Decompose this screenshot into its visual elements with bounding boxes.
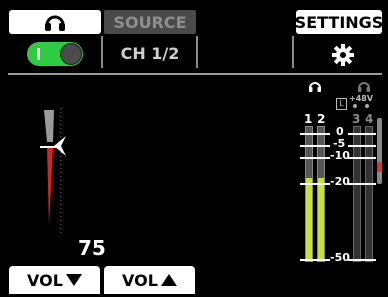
channel-4-label: 4 (365, 112, 374, 126)
channel-1-label: 1 (304, 112, 313, 126)
gear-icon[interactable] (332, 44, 354, 66)
meter-ch1-level (306, 178, 312, 261)
volume-up-button[interactable]: VOL (104, 266, 195, 294)
headphones-icon (45, 15, 65, 31)
volume-down-label: VOL (27, 270, 63, 290)
header-divider (8, 73, 382, 75)
toggle-on-indicator (37, 48, 40, 60)
divider (101, 36, 103, 68)
tab-source[interactable]: SOURCE (104, 10, 196, 34)
volume-down-button[interactable]: VOL (9, 266, 100, 294)
triangle-up-icon (160, 274, 177, 286)
volume-up-label: VOL (122, 270, 158, 290)
monitor-toggle[interactable] (27, 42, 83, 66)
tab-monitor[interactable] (9, 10, 101, 34)
volume-level (47, 146, 53, 226)
link-badge: L (336, 98, 347, 110)
channel-3-label: 3 (352, 112, 361, 126)
phantom-dot-3 (353, 104, 357, 108)
source-channel-label[interactable]: CH 1/2 (104, 42, 196, 66)
tab-settings[interactable]: SETTINGS (295, 10, 383, 34)
scale-tick (300, 133, 330, 135)
scale-tick (300, 259, 330, 261)
scale-tick (348, 183, 376, 185)
phantom-dot-4 (365, 104, 369, 108)
headphones-icon (309, 82, 321, 92)
scale-tick (348, 157, 376, 159)
scale-label-20: -20 (330, 175, 350, 188)
scale-label-10: -10 (330, 149, 350, 162)
scale-tick (348, 133, 376, 135)
divider (196, 36, 198, 68)
divider (292, 36, 294, 68)
headphones-icon (358, 82, 370, 92)
scrollbar[interactable] (377, 118, 382, 184)
channel-2-label: 2 (317, 112, 326, 126)
scrollbar-thumb[interactable] (377, 162, 382, 172)
triangle-down-icon (65, 274, 82, 286)
volume-value: 75 (78, 236, 106, 260)
scale-tick (300, 145, 330, 147)
meter-ch2-level (318, 178, 324, 261)
toggle-knob (60, 43, 82, 65)
scale-tick (300, 157, 330, 159)
volume-upper (44, 110, 54, 142)
scale-tick (348, 145, 376, 147)
scale-tick (300, 183, 330, 185)
scale-label-50: -50 (330, 251, 350, 264)
scale-tick (348, 259, 376, 261)
volume-slider[interactable] (38, 106, 78, 236)
phantom-power-label: +48V (349, 94, 374, 103)
